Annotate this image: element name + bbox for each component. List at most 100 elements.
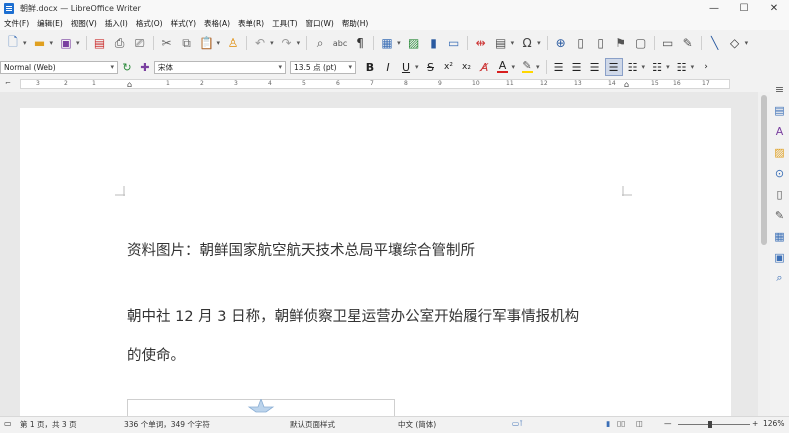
underline-dropdown-arrow[interactable]: ▾ — [415, 63, 419, 71]
properties-icon[interactable]: ▤ — [773, 103, 787, 117]
cross-reference-icon[interactable]: ▢ — [633, 35, 649, 51]
language-status[interactable]: 中文 (简体) — [398, 419, 436, 430]
font-color-button[interactable]: A — [495, 59, 511, 75]
outline-list-icon[interactable]: ☷ — [674, 59, 690, 75]
find-replace-icon[interactable]: ⌕ — [312, 35, 328, 51]
subscript-button[interactable]: x₂ — [459, 59, 475, 75]
bookmark-icon[interactable]: ⚑ — [613, 35, 629, 51]
cut-icon[interactable]: ✂ — [159, 35, 175, 51]
chevron-down-icon[interactable]: ▾ — [278, 63, 282, 71]
hyperlink-icon[interactable]: ⊕ — [553, 35, 569, 51]
clear-formatting-icon[interactable]: A̸ — [477, 59, 493, 75]
menu-tools[interactable]: 工具(T) — [268, 18, 301, 29]
manage-changes-icon[interactable]: ▦ — [773, 229, 787, 243]
menu-window[interactable]: 窗口(W) — [302, 18, 338, 29]
bold-button[interactable]: B — [362, 59, 378, 75]
spelling-icon[interactable]: abc — [332, 35, 348, 51]
zoom-slider-handle[interactable] — [708, 421, 712, 428]
style-inspector-icon[interactable]: ✎ — [773, 208, 787, 222]
chevron-down-icon[interactable]: ▾ — [348, 63, 352, 71]
superscript-button[interactable]: x² — [441, 59, 457, 75]
formatting-marks-icon[interactable]: ¶ — [352, 35, 368, 51]
zoom-out-button[interactable]: — — [664, 419, 672, 428]
font-size-combo[interactable]: 13.5 点 (pt) ▾ — [290, 60, 356, 74]
numbered-list-icon[interactable]: ☷ — [649, 59, 665, 75]
menu-file[interactable]: 文件(F) — [0, 18, 33, 29]
body-paragraph-line[interactable]: 朝中社 12 月 3 日称，朝鲜侦察卫星运营办公室开始履行军事情报机构 — [127, 305, 579, 326]
vertical-scrollbar[interactable] — [758, 92, 770, 416]
right-indent-marker-icon[interactable]: ⌂ — [624, 80, 629, 89]
more-options-icon[interactable]: › — [698, 59, 714, 75]
align-right-icon[interactable]: ☰ — [587, 59, 603, 75]
menu-help[interactable]: 帮助(H) — [338, 18, 373, 29]
underline-button[interactable]: U — [398, 59, 414, 75]
scrollbar-thumb[interactable] — [761, 95, 767, 245]
body-paragraph-line[interactable]: 的使命。 — [127, 344, 185, 365]
paste-icon[interactable]: 📋 — [199, 35, 215, 51]
image-caption[interactable]: 资料图片：朝鲜国家航空航天技术总局平壤综合管制所 — [127, 239, 475, 260]
zoom-in-button[interactable]: + — [752, 419, 758, 428]
page-break-icon[interactable]: ⇹ — [473, 35, 489, 51]
document-page[interactable]: 资料图片：朝鲜国家航空航天技术总局平壤综合管制所 朝中社 12 月 3 日称，朝… — [20, 108, 731, 416]
paste-dropdown-arrow[interactable]: ▾ — [217, 39, 221, 47]
find-icon[interactable]: ⌕ — [773, 271, 787, 285]
bullets-dropdown-arrow[interactable]: ▾ — [642, 63, 646, 71]
multi-page-view-icon[interactable]: ▯▯ — [617, 419, 625, 428]
navigator-icon[interactable]: ⊙ — [773, 166, 787, 180]
justify-icon[interactable]: ☰ — [604, 58, 623, 76]
highlight-dropdown-arrow[interactable]: ▾ — [536, 63, 540, 71]
new-dropdown-arrow[interactable]: ▾ — [23, 39, 27, 47]
print-icon[interactable]: ⎙ — [112, 35, 128, 51]
font-color-dropdown-arrow[interactable]: ▾ — [512, 63, 516, 71]
open-dropdown-arrow[interactable]: ▾ — [50, 39, 54, 47]
menu-insert[interactable]: 插入(I) — [101, 18, 132, 29]
minimize-button[interactable]: — — [699, 0, 729, 16]
comment-icon[interactable]: ▭ — [660, 35, 676, 51]
insert-table-icon[interactable]: ▦ — [379, 35, 395, 51]
tab-stop-selector-icon[interactable]: ⌐ — [5, 79, 11, 87]
single-page-view-icon[interactable]: ▮ — [606, 419, 610, 428]
zoom-slider-track[interactable] — [678, 424, 750, 425]
undo-icon[interactable]: ↶ — [252, 35, 268, 51]
book-view-icon[interactable]: ◫ — [636, 419, 643, 428]
track-changes-icon[interactable]: ✎ — [680, 35, 696, 51]
indent-marker-icon[interactable]: ⌂ — [127, 80, 132, 89]
endnote-icon[interactable]: ▯ — [593, 35, 609, 51]
insert-field-icon[interactable]: ▤ — [493, 35, 509, 51]
page-count-status[interactable]: 第 1 页，共 3 页 — [20, 419, 77, 430]
word-count-status[interactable]: 336 个单词，349 个字符 — [124, 419, 210, 430]
field-dropdown-arrow[interactable]: ▾ — [511, 39, 515, 47]
gallery-icon[interactable]: ▨ — [773, 145, 787, 159]
table-dropdown-arrow[interactable]: ▾ — [397, 39, 401, 47]
selection-mode-icon[interactable]: ▭⊺ — [512, 419, 523, 428]
redo-icon[interactable]: ↷ — [279, 35, 295, 51]
numbering-dropdown-arrow[interactable]: ▾ — [666, 63, 670, 71]
horizontal-ruler[interactable]: ⌐ 3 2 1 ⌂ 1 2 3 4 5 6 7 8 9 10 11 12 13 … — [0, 78, 770, 90]
menu-styles[interactable]: 样式(Y) — [167, 18, 200, 29]
menu-format[interactable]: 格式(O) — [132, 18, 167, 29]
menu-table[interactable]: 表格(A) — [200, 18, 234, 29]
redo-dropdown-arrow[interactable]: ▾ — [297, 39, 301, 47]
insert-textbox-icon[interactable]: ▭ — [446, 35, 462, 51]
save-dropdown-arrow[interactable]: ▾ — [76, 39, 80, 47]
italic-button[interactable]: I — [380, 59, 396, 75]
zoom-level[interactable]: 126% — [763, 419, 784, 428]
hamburger-menu-icon[interactable]: ≡ — [773, 82, 787, 96]
basic-shapes-icon[interactable]: ◇ — [727, 35, 743, 51]
undo-dropdown-arrow[interactable]: ▾ — [270, 39, 274, 47]
menu-form[interactable]: 表单(R) — [234, 18, 268, 29]
new-document-icon[interactable]: 🗋 — [5, 35, 21, 51]
page-icon[interactable]: ▯ — [773, 187, 787, 201]
menu-edit[interactable]: 编辑(E) — [33, 18, 67, 29]
insert-line-icon[interactable]: ╲ — [707, 35, 723, 51]
chevron-down-icon[interactable]: ▾ — [110, 63, 114, 71]
outline-dropdown-arrow[interactable]: ▾ — [691, 63, 695, 71]
paragraph-style-combo[interactable]: Normal (Web) ▾ — [0, 60, 118, 74]
open-folder-icon[interactable]: ▬ — [32, 35, 48, 51]
print-preview-icon[interactable]: ⎚ — [132, 35, 148, 51]
align-left-icon[interactable]: ☰ — [551, 59, 567, 75]
copy-icon[interactable]: ⧉ — [179, 35, 195, 51]
special-char-dropdown-arrow[interactable]: ▾ — [537, 39, 541, 47]
special-character-icon[interactable]: Ω — [519, 35, 535, 51]
bullet-list-icon[interactable]: ☷ — [625, 59, 641, 75]
